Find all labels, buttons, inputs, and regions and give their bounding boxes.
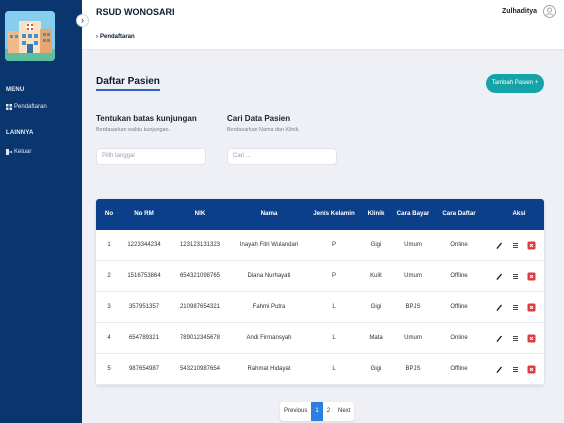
page-title: Daftar Pasien [96, 76, 160, 91]
cell-jenis-kelamin: P [331, 273, 336, 279]
cell-no-rm: 357951357 [128, 304, 160, 310]
next-page-button[interactable]: Next [334, 402, 354, 421]
previous-page-button[interactable]: Previous [280, 402, 311, 421]
cell-klinik: Gigi [370, 366, 382, 372]
cell-cara-daftar: Offline [450, 273, 468, 279]
hospital-logo [5, 11, 55, 61]
edit-icon[interactable] [495, 272, 504, 281]
cell-nama: Rahmat Hidayat [247, 366, 291, 372]
list-icon[interactable] [511, 334, 520, 343]
cell-cara-daftar: Offline [450, 304, 468, 310]
table-row: 1 1223344234 123123131323 Inayah Fitri Wula… [96, 230, 544, 261]
cell-klinik: Mata [369, 335, 383, 341]
column-header-jenis-kelamin: Jenis Kelamin [313, 210, 355, 217]
cell-cara-daftar: Online [450, 335, 468, 341]
cell-no-rm: 654789321 [128, 335, 160, 341]
cell-cara-daftar: Offline [450, 366, 468, 372]
delete-icon[interactable] [527, 241, 536, 250]
list-icon[interactable] [511, 272, 520, 281]
user-name[interactable]: Zulhaditya [502, 8, 537, 15]
cell-nik: 789012345678 [179, 335, 221, 341]
table-header: No No RM NIK Nama Jenis Kelamin Klinik C… [96, 199, 544, 230]
delete-icon[interactable] [527, 365, 536, 374]
logout-icon [6, 149, 12, 155]
table-row: 4 654789321 789012345678 Andi Firmansyah L Ma… [96, 323, 544, 354]
sidebar-item-keluar[interactable]: Keluar [6, 149, 31, 155]
cell-klinik: Gigi [370, 242, 382, 248]
breadcrumb-item[interactable]: Pendaftaran [100, 34, 135, 40]
page-button-1[interactable]: 1 [311, 402, 323, 421]
sidebar: MENU Pendaftaran LAINNYA Keluar [0, 0, 82, 423]
cell-cara-bayar: BPJS [405, 304, 421, 310]
cell-klinik: Kulit [370, 273, 382, 279]
cell-jenis-kelamin: L [332, 304, 336, 310]
edit-icon[interactable] [495, 303, 504, 312]
cell-jenis-kelamin: P [331, 242, 336, 248]
search-filter-subtitle: Berdasarkan Nama dan Klinik. [227, 127, 300, 133]
sidebar-toggle-button[interactable]: › [76, 14, 89, 27]
edit-icon[interactable] [495, 365, 504, 374]
cell-cara-daftar: Online [450, 242, 468, 248]
cell-jenis-kelamin: L [332, 366, 336, 372]
date-filter-subtitle: Berdasarkan waktu kunjungan. [96, 127, 171, 133]
cell-cara-bayar: Umum [404, 335, 422, 341]
delete-icon[interactable] [527, 334, 536, 343]
sidebar-item-label: Keluar [14, 149, 32, 155]
cell-jenis-kelamin: L [332, 335, 336, 341]
date-filter-title: Tentukan batas kunjungan [96, 114, 197, 123]
edit-icon[interactable] [495, 334, 504, 343]
list-icon[interactable] [511, 303, 520, 312]
cell-cara-bayar: Umum [404, 242, 422, 248]
menu-heading: MENU [6, 87, 25, 93]
chevron-right-icon: › [81, 15, 84, 25]
cell-nik: 123123131323 [179, 242, 221, 248]
cell-nik: 654321098765 [179, 273, 221, 279]
delete-icon[interactable] [527, 303, 536, 312]
table-row: 5 987654987 543210987654 Rahmat Hidayat L Gig… [96, 354, 544, 385]
user-avatar-icon[interactable] [543, 5, 556, 18]
chevron-right-icon: › [96, 34, 98, 40]
breadcrumb: › Pendaftaran [96, 34, 135, 40]
other-heading: LAINNYA [6, 130, 34, 136]
cell-nama: Inayah Fitri Wulandari [239, 242, 299, 248]
grid-icon [6, 104, 12, 110]
add-patient-button[interactable]: Tambah Pasien + [486, 74, 544, 93]
topbar: RSUD WONOSARI Zulhaditya › Pendaftaran [82, 0, 564, 50]
search-filter-title: Cari Data Pasien [227, 114, 291, 123]
app-title: RSUD WONOSARI [96, 7, 175, 17]
column-header-no-rm: No RM [134, 210, 154, 217]
search-input[interactable]: Cari ... [227, 148, 337, 165]
cell-nama: Fahmi Putra [252, 304, 286, 310]
patient-table: No No RM NIK Nama Jenis Kelamin Klinik C… [96, 199, 544, 385]
table-row: 2 1516753864 654321098765 Diana Nurhayati P K… [96, 261, 544, 292]
cell-klinik: Gigi [370, 304, 382, 310]
cell-nama: Diana Nurhayati [247, 273, 291, 279]
cell-cara-bayar: BPJS [405, 366, 421, 372]
column-header-cara-bayar: Cara Bayar [396, 210, 430, 217]
cell-no-rm: 1223344234 [127, 242, 161, 248]
column-header-nama: Nama [260, 210, 278, 217]
delete-icon[interactable] [527, 272, 536, 281]
table-row: 3 357951357 210987654321 Fahmi Putra L Gigi BP… [96, 292, 544, 323]
edit-icon[interactable] [495, 241, 504, 250]
list-icon[interactable] [511, 241, 520, 250]
page-button-2[interactable]: 2 [323, 402, 334, 421]
column-header-cara-daftar: Cara Daftar [442, 210, 476, 217]
cell-nama: Andi Firmansyah [246, 335, 292, 341]
cell-no-rm: 1516753864 [127, 273, 161, 279]
cell-cara-bayar: Umum [404, 273, 422, 279]
cell-nik: 210987654321 [179, 304, 221, 310]
date-picker-input[interactable]: Pilih tanggal [96, 148, 206, 165]
pagination: Previous 1 2 Next [280, 402, 355, 421]
list-icon[interactable] [511, 365, 520, 374]
column-header-nik: NIK [194, 210, 206, 217]
column-header-klinik: Klinik [367, 210, 385, 217]
cell-nik: 543210987654 [179, 366, 221, 372]
sidebar-item-pendaftaran[interactable]: Pendaftaran [6, 104, 47, 110]
cell-no-rm: 987654987 [128, 366, 160, 372]
column-header-aksi: Aksi [512, 210, 526, 217]
sidebar-item-label: Pendaftaran [14, 104, 47, 110]
